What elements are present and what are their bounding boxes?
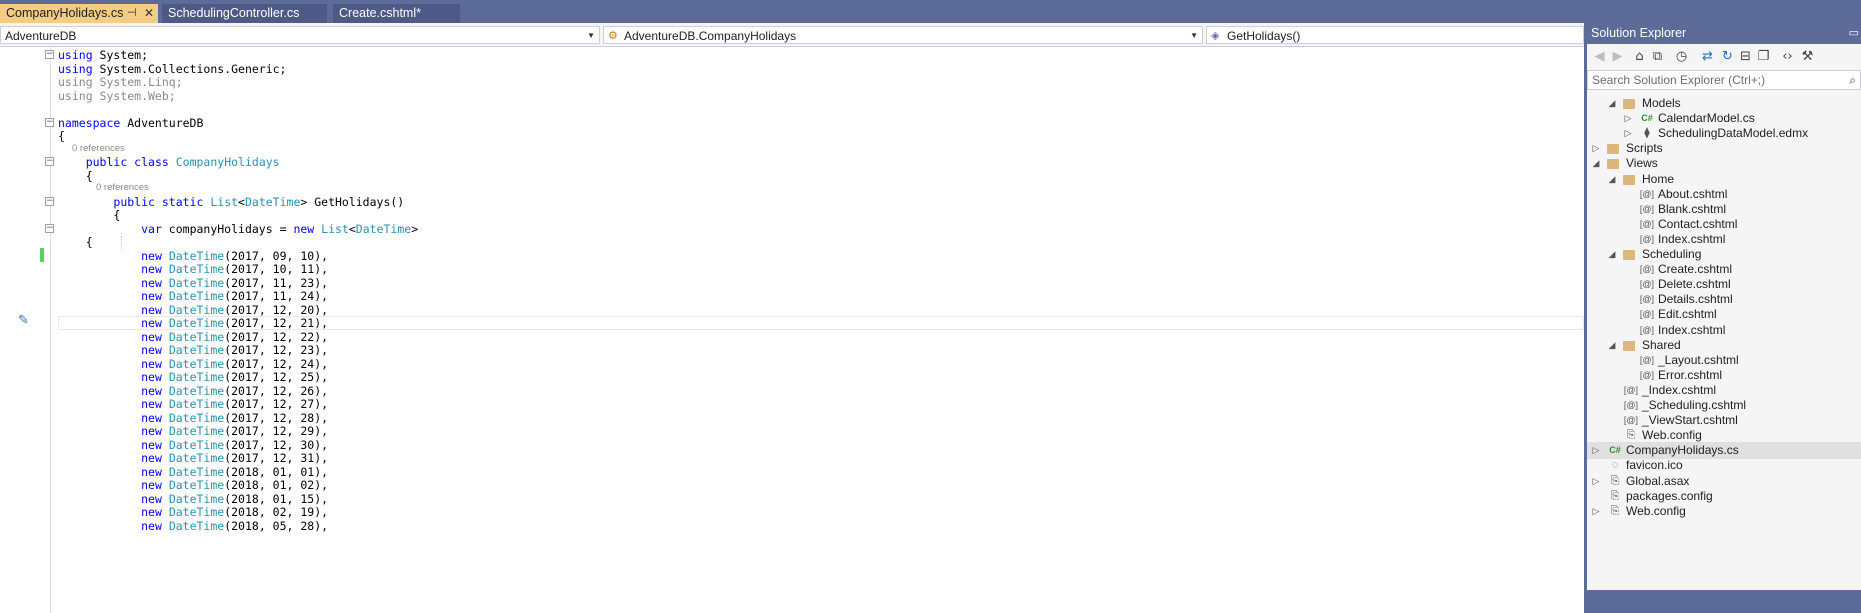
type-dropdown[interactable]: ⚙ AdventureDB.CompanyHolidays ▼ [603, 26, 1203, 44]
search-icon[interactable]: ⌕ [1849, 71, 1856, 89]
codelens-references[interactable]: 0 references [72, 143, 125, 155]
razor-file-icon: [@] [1639, 354, 1655, 365]
quick-actions-icon[interactable]: ✎ [18, 313, 29, 328]
project-dropdown-value: AdventureDB [5, 29, 77, 43]
code-line: var companyHolidays = new List<DateTime> [141, 221, 419, 236]
config-file-icon: ⎘ [1610, 474, 1620, 487]
code-line: namespace AdventureDB [58, 115, 204, 130]
razor-file-icon: [@] [1623, 415, 1639, 426]
maximize-icon[interactable]: ▭ [1849, 23, 1859, 44]
razor-file-icon: [@] [1639, 203, 1655, 214]
type-dropdown-value: AdventureDB.CompanyHolidays [624, 29, 797, 43]
tab-create-cshtml[interactable]: Create.cshtml* [333, 4, 460, 23]
pin-icon[interactable]: ⊣ [127, 4, 137, 23]
solution-tree: ◢ Models ▷ C# CalendarModel.cs ▷ ⧫ SchedulingDa… [1587, 95, 1861, 590]
gutter-divider [50, 47, 51, 613]
properties-icon[interactable]: ⚒ [1799, 49, 1816, 65]
razor-file-icon: [@] [1623, 400, 1639, 410]
folder-open-icon [1623, 99, 1635, 109]
tree-item[interactable]: ▷ ⎘ Web.config [1587, 503, 1861, 520]
image-file-icon: ◌ [1611, 459, 1619, 472]
method-icon: ◈ [1211, 30, 1220, 42]
refresh-icon[interactable]: ↻ [1719, 49, 1736, 65]
fold-collapse-icon[interactable]: − [45, 117, 54, 127]
razor-file-icon: [@] [1639, 233, 1655, 244]
codelens-references[interactable]: 0 references [96, 182, 149, 194]
class-icon: ⚙ [608, 30, 618, 42]
back-icon[interactable]: ◀ [1591, 49, 1608, 65]
razor-file-icon: [@] [1623, 384, 1639, 395]
cs-file-icon: C# [1641, 113, 1653, 124]
code-line: { [58, 129, 65, 143]
tab-companyholidays[interactable]: CompanyHolidays.cs ⊣ ✕ [0, 4, 158, 23]
collapse-all-icon[interactable]: ⊟ [1737, 49, 1754, 65]
config-file-icon: ⎘ [1610, 489, 1620, 502]
member-dropdown-value: GetHolidays() [1227, 29, 1301, 43]
tab-label: SchedulingController.cs [168, 6, 300, 20]
switch-views-icon[interactable]: ⧉ [1649, 49, 1666, 65]
code-line: { [58, 168, 93, 183]
fold-collapse-icon[interactable]: − [45, 223, 54, 233]
razor-file-icon: [@] [1639, 279, 1655, 290]
config-file-icon: ⎘ [1626, 429, 1636, 442]
fold-collapse-icon[interactable]: − [45, 157, 54, 166]
solution-explorer-panel: Solution Explorer ▭ ◀ ▶ ⌂ ⧉ ◷ ⇄ ↻ ⊟ ❐ ‹› ⚒ Search … [1584, 23, 1861, 613]
search-placeholder: Search Solution Explorer (Ctrl+;) [1592, 73, 1766, 87]
home-icon[interactable]: ⌂ [1631, 49, 1648, 65]
forward-icon[interactable]: ▶ [1609, 49, 1626, 65]
razor-file-icon: [@] [1639, 188, 1655, 199]
tab-label: Create.cshtml* [339, 6, 421, 20]
folder-open-icon [1623, 250, 1635, 260]
solution-explorer-title-bar: Solution Explorer ▭ [1587, 23, 1861, 44]
navigation-bar: AdventureDB ▼ ⚙ AdventureDB.CompanyHolid… [0, 23, 1584, 47]
sync-icon[interactable]: ⇄ [1699, 49, 1716, 65]
view-code-icon[interactable]: ‹› [1779, 49, 1796, 65]
folder-icon [1607, 144, 1619, 155]
change-indicator [40, 247, 44, 262]
show-all-files-icon[interactable]: ❐ [1755, 49, 1772, 65]
razor-file-icon: [@] [1639, 369, 1655, 380]
solution-explorer-search-input[interactable]: Search Solution Explorer (Ctrl+;) ⌕ [1587, 70, 1861, 90]
razor-file-icon: [@] [1639, 218, 1655, 229]
fold-collapse-icon[interactable]: − [45, 196, 54, 206]
config-file-icon: ⎘ [1610, 504, 1620, 517]
tree-item-label: Web.config [1626, 503, 1686, 518]
solution-explorer-title: Solution Explorer [1591, 26, 1687, 40]
razor-file-icon: [@] [1639, 264, 1655, 275]
chevron-down-icon[interactable]: ▼ [587, 27, 595, 45]
expand-arrow-icon[interactable]: ▷ [1591, 503, 1601, 520]
folder-open-icon [1623, 340, 1635, 351]
razor-file-icon: [@] [1639, 309, 1655, 320]
code-line: new DateTime(2018, 05, 28), [141, 518, 329, 533]
razor-file-icon: [@] [1639, 324, 1655, 335]
edmx-file-icon: ⧫ [1644, 127, 1650, 140]
bottom-panel-header [1587, 590, 1861, 613]
project-dropdown[interactable]: AdventureDB ▼ [0, 26, 600, 44]
cs-file-icon: C# [1609, 445, 1621, 456]
fold-collapse-icon[interactable]: − [45, 50, 54, 59]
tab-schedulingcontroller[interactable]: SchedulingController.cs [162, 4, 327, 23]
folder-open-icon [1607, 159, 1619, 170]
history-icon[interactable]: ◷ [1673, 49, 1690, 65]
close-icon[interactable]: ✕ [144, 4, 154, 23]
razor-file-icon: [@] [1639, 294, 1655, 305]
tab-label: CompanyHolidays.cs [6, 6, 124, 20]
code-line: using System.Web; [58, 88, 176, 103]
code-editor[interactable]: using System; using System.Collections.Ge… [0, 47, 1584, 613]
solution-explorer-toolbar: ◀ ▶ ⌂ ⧉ ◷ ⇄ ↻ ⊟ ❐ ‹› ⚒ [1587, 44, 1861, 70]
folder-open-icon [1623, 174, 1635, 185]
document-tab-bar: CompanyHolidays.cs ⊣ ✕ SchedulingControl… [0, 0, 1861, 23]
chevron-down-icon[interactable]: ▼ [1190, 27, 1198, 45]
member-dropdown[interactable]: ◈ GetHolidays() [1206, 26, 1584, 44]
